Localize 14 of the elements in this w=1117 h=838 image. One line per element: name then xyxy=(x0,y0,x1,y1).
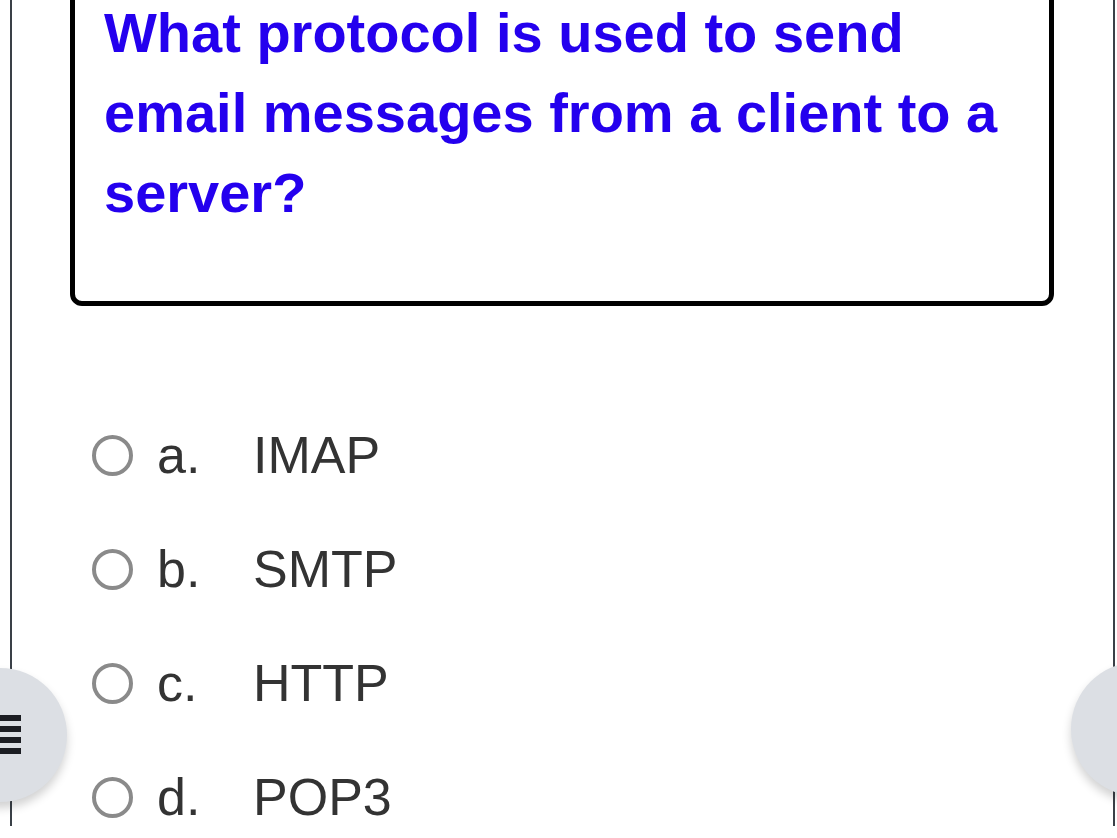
question-text: What protocol is used to send email messages from a client to a server? xyxy=(104,0,999,226)
option-label: POP3 xyxy=(253,767,392,827)
option-label: SMTP xyxy=(253,539,398,599)
option-label: IMAP xyxy=(253,425,381,485)
option-letter: c. xyxy=(157,653,199,713)
menu-icon xyxy=(0,715,21,755)
option-letter: a. xyxy=(157,425,202,485)
option-letter: d. xyxy=(157,767,202,827)
radio-button[interactable] xyxy=(92,548,133,590)
option-label: HTTP xyxy=(253,653,389,713)
radio-button[interactable] xyxy=(92,776,133,818)
radio-button[interactable] xyxy=(92,662,133,704)
radio-button[interactable] xyxy=(92,434,133,476)
option-letter: b. xyxy=(157,539,202,599)
